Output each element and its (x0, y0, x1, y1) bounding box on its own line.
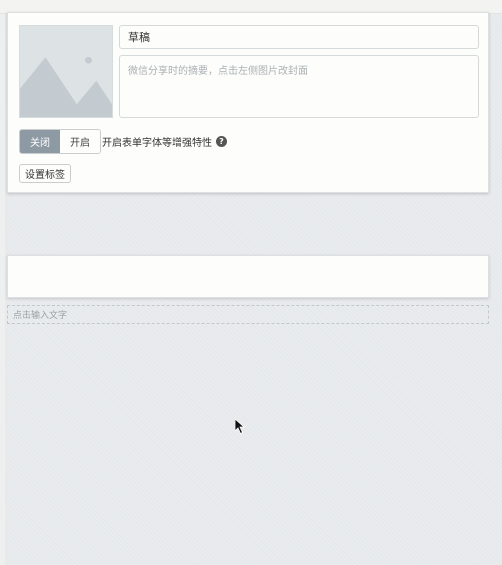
title-input[interactable] (119, 25, 479, 49)
cover-image-placeholder[interactable] (19, 25, 113, 118)
question-circle-icon[interactable]: ? (216, 136, 227, 147)
toggle-on-button[interactable]: 开启 (60, 130, 100, 153)
toggle-off-button[interactable]: 关闭 (20, 130, 60, 153)
summary-textarea[interactable] (119, 55, 479, 118)
article-settings-card: 关闭 开启 开启表单字体等增强特性 ? 设置标签 (7, 12, 489, 193)
mouse-cursor-icon (235, 419, 245, 435)
text-input-area[interactable]: 点击输入文字 (7, 305, 489, 324)
enhance-description-text: 开启表单字体等增强特性 (102, 138, 212, 149)
left-edge (0, 14, 5, 565)
content-block[interactable] (7, 255, 489, 298)
text-input-placeholder: 点击输入文字 (13, 311, 68, 321)
enhance-description: 开启表单字体等增强特性 ? (102, 129, 227, 154)
set-tags-button[interactable]: 设置标签 (19, 164, 71, 183)
enhance-toggle-group: 关闭 开启 (19, 129, 101, 154)
mountain-image-icon (20, 26, 112, 117)
